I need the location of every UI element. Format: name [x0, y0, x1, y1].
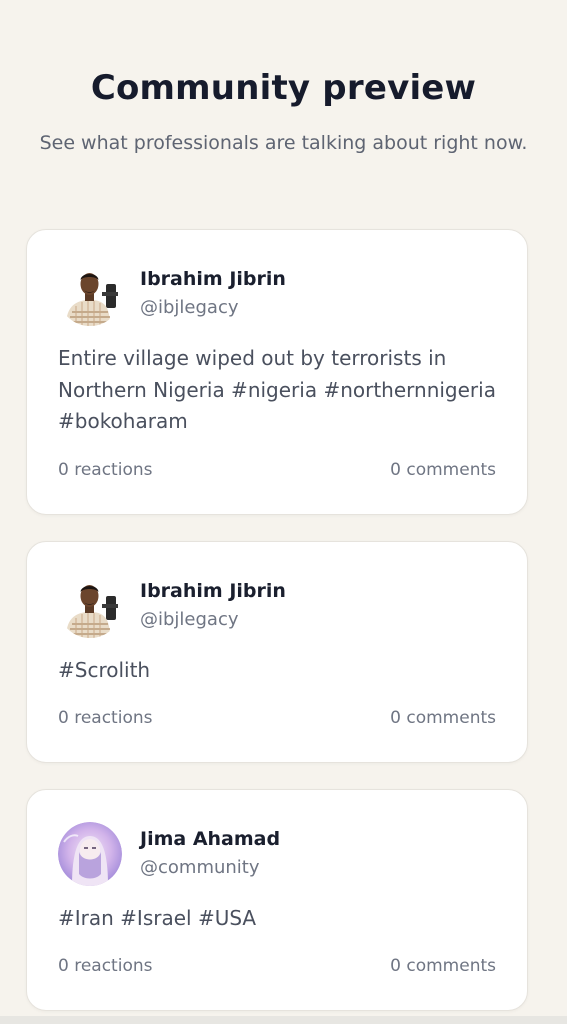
avatar[interactable] — [58, 262, 122, 326]
author-handle[interactable]: @community — [140, 857, 260, 878]
post-body: #Scrolith — [58, 658, 151, 682]
reactions-count[interactable]: 0 reactions — [58, 956, 152, 976]
comments-count[interactable]: 0 comments — [390, 956, 496, 976]
section-subtitle: See what professionals are talking about… — [39, 132, 528, 154]
avatar[interactable] — [58, 574, 122, 638]
user-photo-icon — [58, 822, 122, 886]
post-stats: 0 reactions 0 comments — [58, 708, 496, 728]
avatar[interactable] — [58, 822, 122, 886]
post-stats: 0 reactions 0 comments — [58, 460, 496, 480]
author-handle[interactable]: @ibjlegacy — [140, 297, 239, 318]
author-name[interactable]: Jima Ahamad — [140, 828, 280, 850]
post-stats: 0 reactions 0 comments — [58, 956, 496, 976]
reactions-count[interactable]: 0 reactions — [58, 460, 152, 480]
comments-count[interactable]: 0 comments — [390, 708, 496, 728]
author-name[interactable]: Ibrahim Jibrin — [140, 268, 286, 290]
reactions-count[interactable]: 0 reactions — [58, 708, 152, 728]
section-title: Community preview — [90, 68, 477, 108]
post-body: #Iran #Israel #USA — [58, 906, 257, 930]
author-handle[interactable]: @ibjlegacy — [140, 609, 239, 630]
user-photo-icon — [58, 262, 122, 326]
post-card[interactable]: Ibrahim Jibrin @ibjlegacy #Scrolith 0 re… — [26, 541, 528, 763]
author-name[interactable]: Ibrahim Jibrin — [140, 580, 286, 602]
post-card[interactable]: Ibrahim Jibrin @ibjlegacy Entire village… — [26, 229, 528, 515]
community-preview-page: Community preview See what professionals… — [0, 0, 567, 1024]
bottom-divider — [0, 1016, 567, 1024]
comments-count[interactable]: 0 comments — [390, 460, 496, 480]
post-card[interactable]: Jima Ahamad @community #Iran #Israel #US… — [26, 789, 528, 1011]
post-body: Entire village wiped out by terrorists i… — [58, 346, 496, 433]
user-photo-icon — [58, 574, 122, 638]
